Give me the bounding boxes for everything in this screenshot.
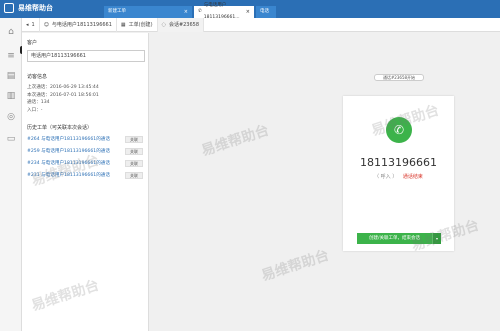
chat-icon: ◌ <box>161 21 166 28</box>
app-logo: 易维帮助台 <box>4 3 53 13</box>
close-icon[interactable]: × <box>184 6 188 18</box>
create-ticket-end-session-button[interactable]: 创建/关联工单，结束会话 ▾ <box>357 233 441 244</box>
top-tab-phone[interactable]: 电话 <box>256 6 276 18</box>
customer-panel: 客户 电话用户18113196661 访客信息 上次通话：2016-06-29 … <box>22 33 149 331</box>
tab-ticket-create[interactable]: ▦ 工单(创建) <box>117 17 158 32</box>
history-ticket-link[interactable]: #264 与电话用户18113196661的通话 <box>27 136 123 143</box>
list-item: #231 与电话用户18113196661的通话 关联 <box>27 172 143 179</box>
entry-line: 入口：- <box>27 107 43 113</box>
tab-back[interactable]: ◂ 1 <box>22 17 40 32</box>
visit-info-title: 访客信息 <box>27 74 48 80</box>
top-tab-new-ticket[interactable]: 新建工单 × <box>104 6 192 18</box>
call-count-line: 通话：134 <box>27 100 50 105</box>
call-card: ✆ 18113196661 （ 呼入 ） 通话结束 创建/关联工单，结束会话 ▾ <box>343 96 454 251</box>
subtab-label: 工单(创建) <box>128 21 153 28</box>
back-icon: ◂ <box>26 21 29 28</box>
sub-tabs: ◂ 1 ☺ 与电话用户18113196661 ▦ 工单(创建) ◌ 会话#236… <box>22 17 500 32</box>
top-bar: 易维帮助台 新建工单 × ✆ 与电话用户18113196661... × 电话 <box>0 0 500 20</box>
link-ticket-button[interactable]: 关联 <box>125 136 143 143</box>
link-ticket-button[interactable]: 关联 <box>125 148 143 155</box>
top-tab-label: 电话 <box>260 9 269 14</box>
history-ticket-link[interactable]: #231 与电话用户18113196661的通话 <box>27 172 123 179</box>
list-item: #264 与电话用户18113196661的通话 关联 <box>27 136 143 143</box>
call-status: 通话结束 <box>402 174 423 180</box>
logo-icon <box>4 3 14 13</box>
call-status-line: （ 呼入 ） 通话结束 <box>343 173 454 180</box>
phone-call-icon: ✆ <box>386 117 412 143</box>
call-direction: （ 呼入 ） <box>374 174 398 180</box>
phone-icon: ✆ <box>198 9 202 14</box>
home-icon[interactable]: ⌂ <box>5 27 17 37</box>
tab-session[interactable]: ◌ 会话#23658 <box>157 17 205 32</box>
monitor-icon[interactable]: ▭ <box>5 134 17 144</box>
history-tickets: 历史工单（可关联本次会话） #264 与电话用户18113196661的通话 关… <box>27 124 143 179</box>
close-icon[interactable]: × <box>246 6 250 18</box>
history-ticket-link[interactable]: #234 与电话用户18113196661的通话 <box>27 160 123 167</box>
caret-down-icon[interactable]: ▾ <box>432 233 441 244</box>
left-nav: ⌂ ≡ ▤ ▥ ◎ ▭ 客服界面首页 <box>0 18 53 331</box>
history-title: 历史工单（可关联本次会话） <box>27 125 93 131</box>
chart-icon[interactable]: ▥ <box>5 91 17 101</box>
ticket-small-icon: ▦ <box>120 21 126 28</box>
last-call-line: 上次通话：2016-06-29 13:45:44 <box>27 85 99 90</box>
link-ticket-button[interactable]: 关联 <box>125 172 143 179</box>
tab-phone-user[interactable]: ☺ 与电话用户18113196661 <box>40 17 117 32</box>
customer-section-title: 客户 <box>27 40 38 46</box>
user-icon: ☺ <box>43 21 49 28</box>
history-ticket-link[interactable]: #259 与电话用户18113196661的通话 <box>27 148 123 155</box>
customer-icon[interactable]: ▤ <box>5 71 17 81</box>
app-title: 易维帮助台 <box>18 4 53 12</box>
top-tab-label: 新建工单 <box>108 9 126 14</box>
globe-icon[interactable]: ◎ <box>5 112 17 122</box>
subtab-label: 会话#23658 <box>168 21 200 28</box>
list-item: #234 与电话用户18113196661的通话 关联 <box>27 160 143 167</box>
ticket-icon[interactable]: ≡ <box>5 51 17 61</box>
session-start-badge: 通话#23658开始 <box>374 74 424 81</box>
list-item: #259 与电话用户18113196661的通话 关联 <box>27 148 143 155</box>
top-tabs: 新建工单 × ✆ 与电话用户18113196661... × 电话 <box>104 3 276 20</box>
subtab-label: 与电话用户18113196661 <box>51 21 112 28</box>
top-tab-phone-user[interactable]: ✆ 与电话用户18113196661... × <box>194 3 254 20</box>
current-call-line: 本次通话：2016-07-01 18:56:01 <box>27 92 99 98</box>
subtab-label: 1 <box>31 21 35 28</box>
caller-number: 18113196661 <box>360 156 437 169</box>
link-ticket-button[interactable]: 关联 <box>125 160 143 167</box>
action-main-label[interactable]: 创建/关联工单，结束会话 <box>357 233 432 244</box>
session-area: 通话#23658开始 ✆ 18113196661 （ 呼入 ） 通话结束 创建/… <box>150 33 500 331</box>
customer-name-field[interactable]: 电话用户18113196661 <box>27 50 145 62</box>
